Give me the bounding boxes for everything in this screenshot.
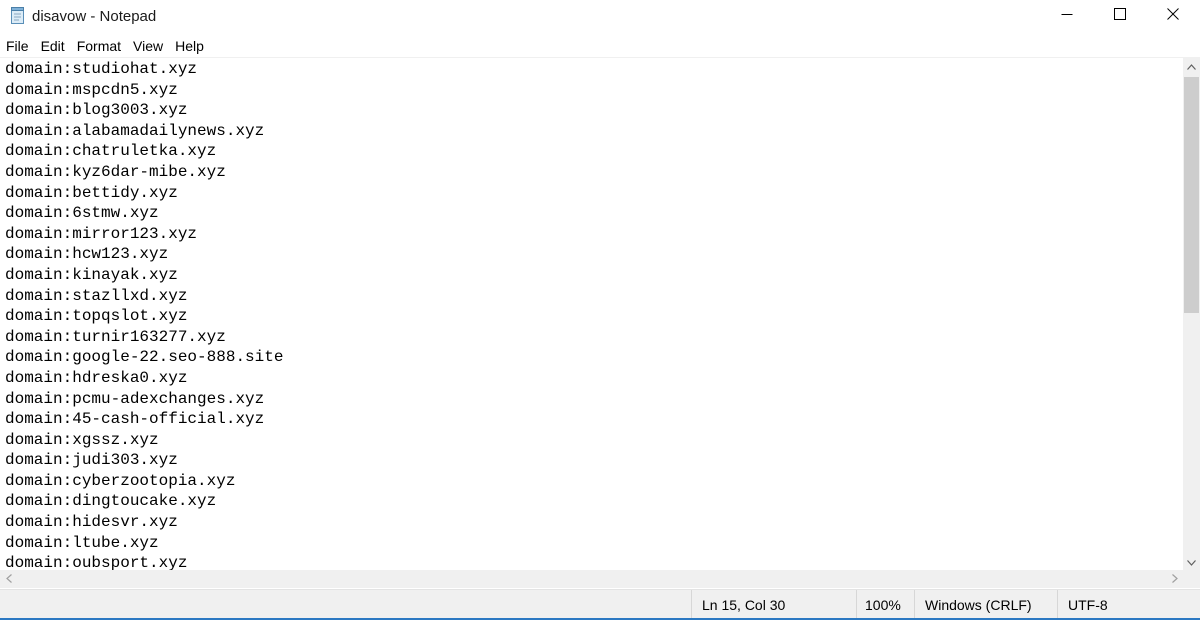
horizontal-scrollbar[interactable]	[0, 570, 1183, 588]
editor-line: domain:ltube.xyz	[5, 533, 159, 552]
scrollbar-corner	[1183, 570, 1200, 588]
editor-line: domain:kyz6dar-mibe.xyz	[5, 162, 226, 181]
maximize-icon	[1114, 7, 1126, 25]
editor-line: domain:xgssz.xyz	[5, 430, 159, 449]
editor-line: domain:mspcdn5.xyz	[5, 80, 178, 99]
editor-line: domain:pcmu-adexchanges.xyz	[5, 389, 265, 408]
editor-line: domain:blog3003.xyz	[5, 101, 188, 120]
editor-line: domain:alabamadailynews.xyz	[5, 121, 265, 140]
scroll-left-button[interactable]	[0, 570, 17, 588]
editor-line: domain:cyberzootopia.xyz	[5, 471, 236, 490]
editor-line: domain:45-cash-official.xyz	[5, 410, 265, 429]
editor-line: domain:google-22.seo-888.site	[5, 348, 284, 367]
editor-line: domain:oubsport.xyz	[5, 554, 188, 571]
text-editor[interactable]: domain:studiohat.xyz domain:mspcdn5.xyz …	[0, 57, 1183, 571]
editor-line: domain:hdreska0.xyz	[5, 368, 188, 387]
notepad-icon	[10, 7, 26, 25]
close-icon	[1167, 7, 1179, 25]
scroll-down-button[interactable]	[1183, 553, 1200, 570]
editor-line: domain:dingtoucake.xyz	[5, 492, 217, 511]
editor-line: domain:kinayak.xyz	[5, 265, 178, 284]
editor-line: domain:hidesvr.xyz	[5, 513, 178, 532]
editor-line: domain:mirror123.xyz	[5, 224, 198, 243]
menu-help[interactable]: Help	[169, 36, 210, 57]
zoom-level: 100%	[856, 590, 914, 620]
editor-line: domain:topqslot.xyz	[5, 307, 188, 326]
menu-format[interactable]: Format	[71, 36, 127, 57]
editor-line: domain:hcw123.xyz	[5, 245, 169, 264]
minimize-icon	[1061, 7, 1073, 25]
editor-line: domain:studiohat.xyz	[5, 60, 198, 78]
menu-view[interactable]: View	[127, 36, 169, 57]
maximize-button[interactable]	[1093, 0, 1147, 32]
cursor-position: Ln 15, Col 30	[691, 590, 856, 620]
vertical-scroll-thumb[interactable]	[1184, 77, 1199, 313]
scroll-right-button[interactable]	[1166, 570, 1183, 588]
editor-line: domain:chatruletka.xyz	[5, 142, 217, 161]
title-bar[interactable]: disavow - Notepad	[0, 0, 1200, 34]
line-endings: Windows (CRLF)	[914, 590, 1057, 620]
window-title: disavow - Notepad	[32, 8, 157, 25]
editor-line: domain:stazllxd.xyz	[5, 286, 188, 305]
editor-line: domain:bettidy.xyz	[5, 183, 178, 202]
editor-line: domain:turnir163277.xyz	[5, 327, 226, 346]
close-button[interactable]	[1146, 0, 1200, 32]
status-bar: Ln 15, Col 30 100% Windows (CRLF) UTF-8	[0, 589, 1200, 620]
scroll-up-button[interactable]	[1183, 57, 1200, 74]
text-encoding: UTF-8	[1057, 590, 1200, 620]
menu-file[interactable]: File	[0, 36, 35, 57]
minimize-button[interactable]	[1040, 0, 1094, 32]
chevron-up-icon	[1187, 57, 1196, 75]
editor-line: domain:judi303.xyz	[5, 451, 178, 470]
menu-edit[interactable]: Edit	[35, 36, 71, 57]
notepad-window: disavow - Notepad File Edit Format View …	[0, 0, 1200, 620]
editor-line: domain:6stmw.xyz	[5, 204, 159, 223]
editor-lines: domain:studiohat.xyz domain:mspcdn5.xyz …	[5, 59, 283, 571]
chevron-left-icon	[5, 570, 12, 588]
vertical-scrollbar[interactable]	[1183, 57, 1200, 570]
menu-bar: File Edit Format View Help	[0, 36, 1200, 57]
chevron-down-icon	[1187, 553, 1196, 571]
chevron-right-icon	[1171, 570, 1178, 588]
